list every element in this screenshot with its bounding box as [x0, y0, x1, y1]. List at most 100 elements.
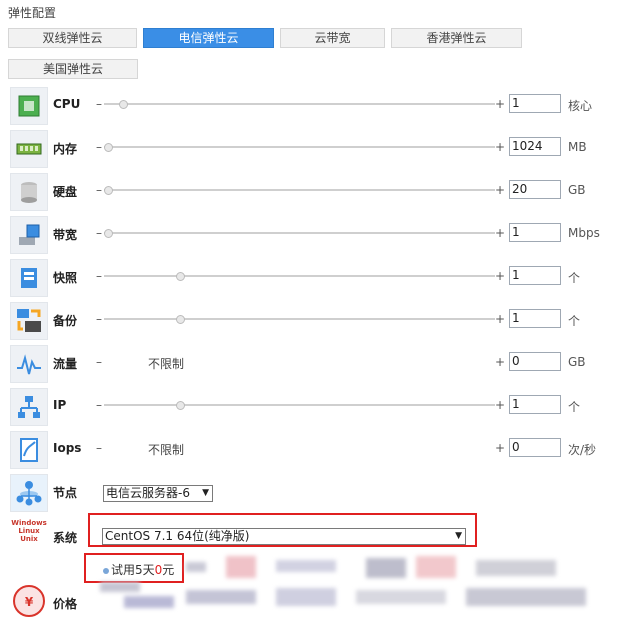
slider-handle[interactable] — [176, 272, 185, 281]
disk-icon — [10, 173, 48, 211]
svg-text:¥: ¥ — [25, 595, 34, 609]
resource-label: 硬盘 — [53, 185, 78, 199]
chevron-down-icon: ▼ — [202, 488, 209, 498]
price-label: 价格 — [53, 597, 78, 611]
decrease-button[interactable]: – — [96, 140, 102, 154]
value-input[interactable]: 1 — [509, 266, 561, 285]
increase-button[interactable]: + — [495, 269, 505, 283]
unit-label: 核心 — [568, 99, 593, 113]
resource-label: IP — [53, 398, 67, 412]
resource-row: IP – +1 个 — [0, 385, 638, 427]
price-tag-icon: ¥ — [12, 584, 46, 618]
resource-row: 流量 – 不限制 +0 GB — [0, 342, 638, 384]
value-input[interactable]: 1 — [509, 94, 561, 113]
resource-row: Iops – 不限制 +0 次/秒 — [0, 428, 638, 470]
unit-label: GB — [568, 183, 586, 197]
traffic-icon — [10, 345, 48, 383]
unit-label: MB — [568, 140, 587, 154]
node-row: 节点 电信云服务器-6 ▼ — [0, 471, 638, 513]
decrease-button[interactable]: – — [96, 312, 102, 326]
resource-row: 硬盘 – +20 GB — [0, 170, 638, 212]
slider-handle[interactable] — [176, 315, 185, 324]
bandwidth-icon — [10, 216, 48, 254]
slider-handle[interactable] — [104, 143, 113, 152]
increase-button[interactable]: + — [495, 226, 505, 240]
decrease-button[interactable]: – — [96, 97, 102, 111]
decrease-button[interactable]: – — [96, 226, 102, 240]
increase-button[interactable]: + — [495, 355, 505, 369]
resource-label: CPU — [53, 97, 81, 111]
slider-track[interactable] — [104, 272, 495, 281]
cpu-icon — [10, 87, 48, 125]
slider-track[interactable] — [104, 401, 495, 410]
increase-button[interactable]: + — [495, 398, 505, 412]
system-highlight-frame — [88, 513, 477, 547]
unlimited-text: 不限制 — [148, 443, 185, 457]
increase-button[interactable]: + — [495, 183, 505, 197]
radio-icon — [103, 567, 109, 574]
unit-label: 次/秒 — [568, 443, 597, 457]
unlimited-text: 不限制 — [148, 357, 185, 371]
resource-row: 备份 – +1 个 — [0, 299, 638, 341]
iops-icon — [10, 431, 48, 469]
increase-button[interactable]: + — [495, 441, 505, 455]
node-label: 节点 — [53, 486, 78, 500]
node-select-value: 电信云服务器-6 — [106, 486, 190, 500]
unit-label: GB — [568, 355, 586, 369]
node-select[interactable]: 电信云服务器-6 ▼ — [103, 485, 213, 502]
decrease-button[interactable]: – — [96, 398, 102, 412]
decrease-button[interactable]: – — [96, 355, 102, 369]
slider-handle[interactable] — [176, 401, 185, 410]
resource-label: 备份 — [53, 314, 78, 328]
tab-dual-line-cloud[interactable]: 双线弹性云 — [8, 28, 137, 48]
trial-offer[interactable]: 试用5天0元 — [103, 561, 174, 578]
os-logo: Windows Linux Unix — [11, 519, 47, 543]
slider-track[interactable] — [104, 100, 495, 109]
value-input[interactable]: 0 — [509, 438, 561, 457]
slider-handle[interactable] — [119, 100, 128, 109]
increase-button[interactable]: + — [495, 140, 505, 154]
slider-track[interactable] — [104, 186, 495, 195]
section-title: 弹性配置 — [8, 6, 57, 20]
unit-label: 个 — [568, 400, 581, 414]
slider-handle[interactable] — [104, 186, 113, 195]
resource-row: 快照 – +1 个 — [0, 256, 638, 298]
unit-label: Mbps — [568, 226, 600, 240]
node-network-icon — [10, 474, 48, 512]
price-row: ¥ 价格 — [0, 578, 638, 620]
tab-us-cloud[interactable]: 美国弹性云 — [8, 59, 138, 79]
value-input[interactable]: 1024 — [509, 137, 561, 156]
unit-label: 个 — [568, 271, 581, 285]
resource-label: Iops — [53, 441, 82, 455]
resource-label: 快照 — [53, 271, 78, 285]
resource-row: CPU – +1 核心 — [0, 84, 638, 126]
value-input[interactable]: 20 — [509, 180, 561, 199]
system-label: 系统 — [53, 531, 78, 545]
resource-label: 内存 — [53, 142, 78, 156]
backup-icon — [10, 302, 48, 340]
value-input[interactable]: 1 — [509, 223, 561, 242]
decrease-button[interactable]: – — [96, 269, 102, 283]
decrease-button[interactable]: – — [96, 441, 102, 455]
slider-track[interactable] — [104, 315, 495, 324]
trial-prefix: 试用5天 — [111, 563, 155, 577]
value-input[interactable]: 1 — [509, 395, 561, 414]
slider-handle[interactable] — [104, 229, 113, 238]
unit-label: 个 — [568, 314, 581, 328]
resource-label: 带宽 — [53, 228, 78, 242]
slider-track[interactable] — [104, 229, 495, 238]
tab-cloud-bandwidth[interactable]: 云带宽 — [280, 28, 385, 48]
trial-suffix: 元 — [162, 563, 175, 577]
increase-button[interactable]: + — [495, 312, 505, 326]
resource-row: 内存 – +1024 MB — [0, 127, 638, 169]
increase-button[interactable]: + — [495, 97, 505, 111]
resource-row: 带宽 – +1 Mbps — [0, 213, 638, 255]
resource-label: 流量 — [53, 357, 78, 371]
decrease-button[interactable]: – — [96, 183, 102, 197]
slider-track[interactable] — [104, 143, 495, 152]
tab-telecom-cloud[interactable]: 电信弹性云 — [143, 28, 274, 48]
tab-hongkong-cloud[interactable]: 香港弹性云 — [391, 28, 522, 48]
snapshot-icon — [10, 259, 48, 297]
value-input[interactable]: 1 — [509, 309, 561, 328]
value-input[interactable]: 0 — [509, 352, 561, 371]
